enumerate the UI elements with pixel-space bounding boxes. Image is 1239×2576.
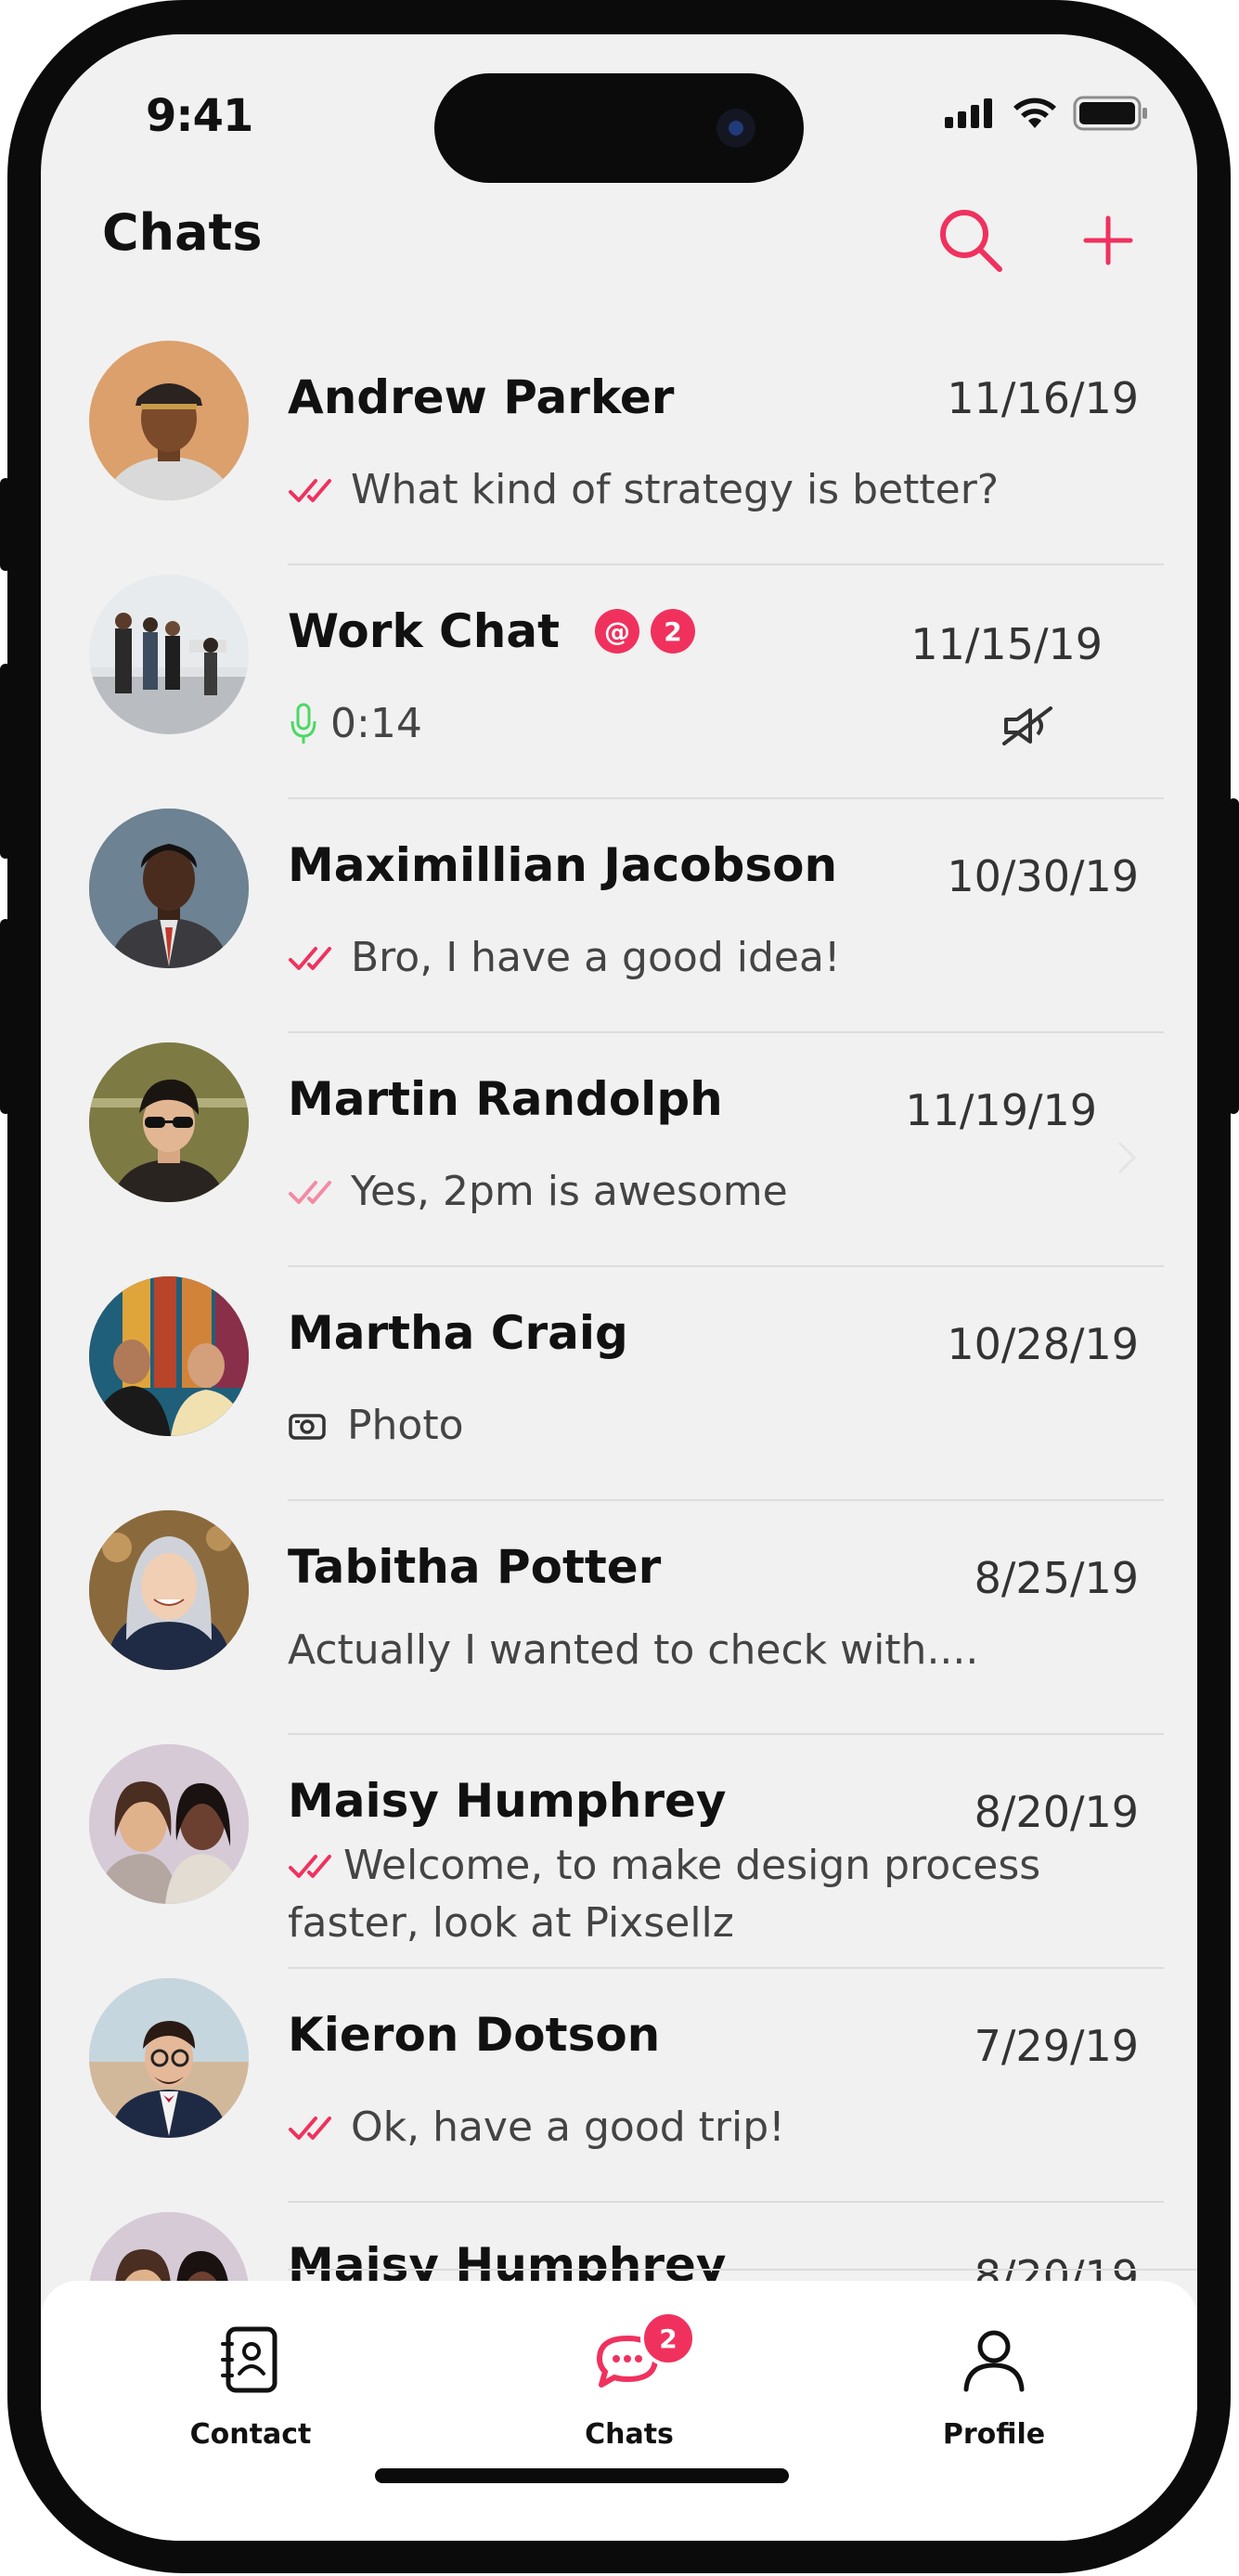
- chat-date: 8/20/19: [974, 1787, 1139, 1837]
- wifi-icon: [1013, 97, 1056, 128]
- chat-preview: Yes, 2pm is awesome: [288, 1168, 788, 1215]
- chat-row-martha-craig[interactable]: Martha Craig 10/28/19 Photo: [41, 1267, 1197, 1501]
- chat-date: 11/16/19: [947, 373, 1139, 423]
- chat-row-martin-randolph[interactable]: Martin Randolph 11/19/19 Yes, 2pm is awe…: [41, 1033, 1197, 1267]
- chat-preview: 0:14: [288, 700, 422, 747]
- search-icon: [940, 210, 1002, 272]
- chat-name: Maisy Humphrey: [288, 1774, 727, 1828]
- chat-preview: Photo: [288, 1402, 464, 1449]
- chat-date: 11/15/19: [910, 619, 1103, 669]
- screen: 9:41 Chats Andrew Parker 11/16/19 What k…: [41, 34, 1197, 2541]
- chat-date: 8/25/19: [974, 1553, 1139, 1603]
- avatar: [89, 1042, 249, 1202]
- camera-icon: [289, 1413, 326, 1440]
- chat-date: 11/19/19: [905, 1085, 1097, 1135]
- contacts-book-icon: [221, 2326, 277, 2393]
- chat-row-andrew-parker[interactable]: Andrew Parker 11/16/19 What kind of stra…: [41, 331, 1197, 565]
- chat-row-tabitha-potter[interactable]: Tabitha Potter 8/25/19 Actually I wanted…: [41, 1501, 1197, 1735]
- avatar: [89, 1744, 249, 1904]
- chevron-right-icon: [1117, 1141, 1137, 1174]
- chat-message: Welcome, to make design process faster, …: [288, 1842, 1041, 1947]
- search-button[interactable]: [934, 203, 1008, 278]
- status-time: 9:41: [146, 90, 253, 142]
- avatar: [89, 809, 249, 968]
- avatar: [89, 575, 249, 734]
- chat-preview: What kind of strategy is better?: [288, 466, 999, 513]
- battery-icon: [1073, 96, 1147, 131]
- double-check-icon: [289, 2116, 331, 2140]
- avatar: [89, 341, 249, 500]
- plus-icon: [1083, 215, 1133, 265]
- double-check-icon: [289, 1855, 331, 1878]
- cellular-signal-icon: [945, 98, 992, 128]
- tab-label: Chats: [585, 2418, 674, 2451]
- chat-name: Kieron Dotson: [288, 2008, 661, 2062]
- chat-preview: Welcome, to make design process faster, …: [288, 1837, 1123, 1952]
- chat-row-maisy-humphrey[interactable]: Maisy Humphrey 8/20/19 Welcome, to make …: [41, 1735, 1197, 1969]
- chat-date: 10/30/19: [947, 851, 1139, 901]
- microphone-icon: [290, 703, 316, 744]
- double-check-icon: [289, 946, 331, 970]
- chat-date: 10/28/19: [947, 1319, 1139, 1369]
- tab-profile[interactable]: Profile: [892, 2318, 1096, 2451]
- tab-bar: Contact 2 Chats Profile: [41, 2281, 1197, 2541]
- chat-name: Martin Randolph: [288, 1072, 723, 1126]
- chat-name: Martha Craig: [288, 1306, 628, 1360]
- chat-preview: Actually I wanted to check with....: [288, 1626, 978, 1674]
- chat-preview: Bro, I have a good idea!: [288, 934, 841, 981]
- chat-name: Andrew Parker: [288, 370, 675, 424]
- new-chat-button[interactable]: [1071, 203, 1145, 278]
- double-check-icon: [289, 478, 331, 502]
- page-title: Chats: [102, 203, 263, 262]
- chat-name-row: Work Chat @ 2: [288, 604, 695, 658]
- chat-name: Maximillian Jacobson: [288, 838, 838, 892]
- chat-row-work-chat[interactable]: Work Chat @ 2 11/15/19 0:14: [41, 565, 1197, 799]
- chat-row-kieron-dotson[interactable]: Kieron Dotson 7/29/19 Ok, have a good tr…: [41, 1969, 1197, 2203]
- chats-tab-badge: 2: [640, 2311, 696, 2366]
- mention-badge: @: [594, 609, 639, 654]
- home-indicator[interactable]: [375, 2468, 789, 2483]
- phone-frame: 9:41 Chats Andrew Parker 11/16/19 What k…: [0, 0, 1239, 2576]
- tab-label: Contact: [189, 2418, 312, 2451]
- chat-message: Bro, I have a good idea!: [351, 934, 841, 981]
- tabbar-divider: [288, 2269, 1197, 2271]
- status-icons: [945, 90, 1149, 136]
- chat-preview: Ok, have a good trip!: [288, 2104, 785, 2151]
- dynamic-island: [434, 73, 804, 183]
- chat-row-maximillian-jacobson[interactable]: Maximillian Jacobson 10/30/19 Bro, I hav…: [41, 799, 1197, 1033]
- tab-contact[interactable]: Contact: [148, 2318, 353, 2451]
- chat-name: Tabitha Potter: [288, 1540, 662, 1594]
- avatar: [89, 1510, 249, 1670]
- muted-icon: [1002, 706, 1052, 745]
- tab-label: Profile: [942, 2418, 1046, 2451]
- chat-message: Yes, 2pm is awesome: [351, 1168, 788, 1215]
- chat-message: Ok, have a good trip!: [351, 2104, 785, 2151]
- double-check-icon: [289, 1180, 331, 1204]
- chat-message: What kind of strategy is better?: [351, 466, 1000, 513]
- tab-chats[interactable]: 2 Chats: [527, 2311, 731, 2451]
- unread-badge: 2: [650, 609, 695, 654]
- chat-message: Photo: [347, 1402, 464, 1449]
- avatar: [89, 1978, 249, 2138]
- chat-date: 7/29/19: [974, 2021, 1139, 2071]
- person-icon: [963, 2330, 1025, 2392]
- chat-name: Work Chat: [288, 604, 560, 658]
- chat-message: Actually I wanted to check with....: [288, 1626, 979, 1674]
- chat-message: 0:14: [330, 700, 422, 747]
- camera-lens: [716, 109, 755, 148]
- avatar: [89, 1276, 249, 1436]
